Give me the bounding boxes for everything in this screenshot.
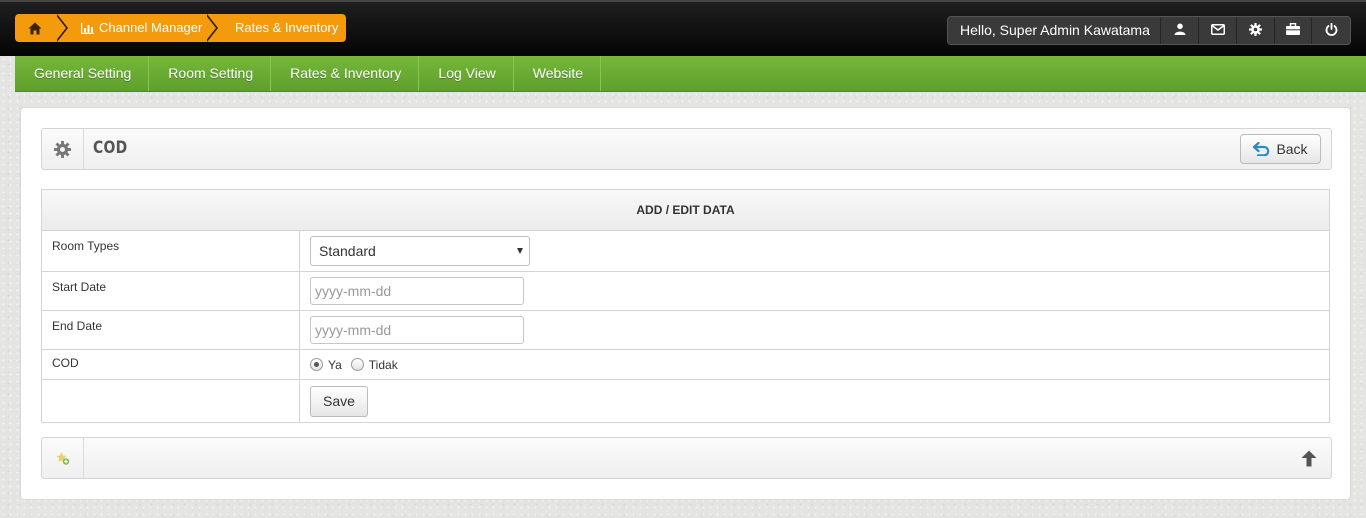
- page-title: COD: [93, 138, 128, 158]
- envelope-icon: [1210, 23, 1225, 38]
- edit-form: ADD / EDIT DATA Room Types Standard Star…: [41, 189, 1330, 423]
- start-date-input[interactable]: [310, 277, 524, 305]
- form-row-start-date: Start Date: [42, 272, 1329, 311]
- panel-header: COD Back: [41, 128, 1332, 170]
- top-bar: Channel Manager Rates & Inventory Hello,…: [0, 0, 1366, 56]
- profile-button[interactable]: [1161, 17, 1200, 44]
- briefcase-icon: [1285, 22, 1300, 38]
- cod-option-ya-label[interactable]: Ya: [328, 358, 342, 372]
- breadcrumb-home[interactable]: [15, 14, 68, 42]
- breadcrumb-label: Rates & Inventory: [235, 20, 339, 35]
- panel-gear-icon: [42, 129, 84, 169]
- breadcrumb-channel-manager[interactable]: Channel Manager: [55, 14, 218, 42]
- power-icon: [1325, 22, 1338, 39]
- messages-button[interactable]: [1199, 17, 1237, 44]
- undo-arrow-icon: [1253, 142, 1270, 156]
- form-row-actions: Save: [42, 380, 1329, 422]
- user-greeting[interactable]: Hello, Super Admin Kawatama: [948, 17, 1162, 44]
- nav-website[interactable]: Website: [514, 56, 602, 91]
- scroll-top-button[interactable]: [1301, 450, 1317, 470]
- form-row-cod: COD Ya Tidak: [42, 350, 1329, 380]
- settings-button[interactable]: [1237, 17, 1275, 44]
- room-types-label: Room Types: [42, 231, 300, 271]
- back-button-label: Back: [1276, 141, 1308, 157]
- form-row-end-date: End Date: [42, 311, 1329, 350]
- nav-room-setting[interactable]: Room Setting: [149, 56, 272, 91]
- end-date-label: End Date: [42, 311, 300, 349]
- breadcrumb-rates-inventory[interactable]: Rates & Inventory: [205, 14, 346, 42]
- room-types-value: Standard: [319, 243, 376, 259]
- cod-radio-ya[interactable]: [310, 358, 323, 371]
- breadcrumb: Channel Manager Rates & Inventory: [15, 14, 346, 42]
- bar-chart-icon: [81, 22, 94, 34]
- logout-button[interactable]: [1312, 17, 1350, 44]
- caret-down-icon: [517, 248, 523, 254]
- back-button[interactable]: Back: [1240, 134, 1321, 164]
- room-types-select[interactable]: Standard: [310, 236, 530, 266]
- nav-general-setting[interactable]: General Setting: [15, 56, 150, 91]
- gear-icon: [1248, 22, 1262, 39]
- arrow-up-icon: [1301, 450, 1317, 470]
- start-date-label: Start Date: [42, 272, 300, 310]
- content-card: COD Back ADD / EDIT DATA Room Types Stan…: [20, 107, 1351, 500]
- cod-radio-group: Ya Tidak: [310, 358, 407, 372]
- user-toolbar: Hello, Super Admin Kawatama: [947, 16, 1351, 45]
- nav-rates-inventory[interactable]: Rates & Inventory: [271, 56, 420, 91]
- panel-footer: [41, 437, 1332, 479]
- home-icon: [28, 22, 42, 35]
- user-icon: [1174, 23, 1186, 38]
- cod-radio-tidak[interactable]: [350, 358, 364, 371]
- breadcrumb-label: Channel Manager: [99, 20, 203, 35]
- end-date-input[interactable]: [310, 316, 524, 344]
- main-nav: General Setting Room Setting Rates & Inv…: [15, 56, 1366, 92]
- cod-label: COD: [42, 350, 300, 379]
- nav-log-view[interactable]: Log View: [419, 56, 514, 91]
- add-item-icon[interactable]: [42, 438, 84, 478]
- cod-option-tidak-label[interactable]: Tidak: [369, 358, 398, 372]
- form-row-room-types: Room Types Standard: [42, 231, 1329, 272]
- save-button[interactable]: Save: [310, 385, 368, 417]
- form-header: ADD / EDIT DATA: [42, 190, 1329, 231]
- business-button[interactable]: [1275, 17, 1313, 44]
